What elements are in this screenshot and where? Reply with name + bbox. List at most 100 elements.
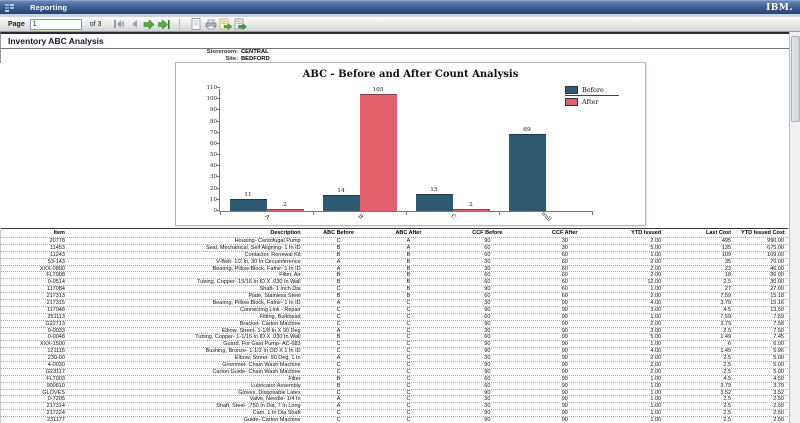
table-row: 0-0048Tubing, Copper- 1-1/16 In ID X .03…: [1, 333, 788, 340]
previous-page-button[interactable]: [127, 18, 140, 30]
table-cell: G23117: [1, 369, 69, 375]
print-button[interactable]: [204, 18, 217, 30]
reporting-window: Reporting IBM. Page of 3: [0, 0, 800, 423]
table-cell: A: [309, 403, 369, 409]
table-row: 230-00Elbow, Street- 90 Deg, 1 InAC30902…: [1, 354, 788, 361]
y-axis-tick-label: 110: [203, 85, 217, 91]
table-cell: C: [369, 334, 449, 340]
table-cell: Valve, Needle- 1/4 In: [69, 396, 309, 402]
table-cell: 6: [677, 341, 741, 347]
table-cell: 5.00: [741, 369, 788, 375]
table-cell: 60: [448, 383, 526, 389]
table-cell: 4.50: [741, 376, 788, 382]
table-cell: 27: [677, 286, 741, 292]
table-row: 217314Shaft, Steel- .750 In Dia, 7 In Lo…: [1, 402, 788, 409]
table-cell: 60: [526, 252, 603, 258]
table-cell: C: [369, 417, 449, 423]
table-cell: B: [309, 376, 369, 382]
table-cell: 30: [448, 328, 526, 334]
table-cell: B: [309, 245, 369, 251]
app-titlebar: Reporting IBM.: [0, 0, 800, 14]
table-cell: 90: [526, 369, 603, 375]
vertical-scrollbar[interactable]: [789, 32, 800, 423]
table-cell: 35: [677, 259, 741, 265]
table-cell: 30: [448, 300, 526, 306]
table-cell: 60: [448, 279, 526, 285]
table-cell: 2.50: [741, 396, 788, 402]
table-cell: 90: [526, 403, 603, 409]
bar-group-null: 69null: [499, 89, 592, 211]
table-cell: B: [309, 272, 369, 278]
bar-pair: 14105: [323, 94, 397, 211]
chart-title: ABC - Before and After Count Analysis: [176, 69, 645, 80]
table-cell: Guide- Carton Machine: [69, 417, 309, 423]
column-header: Item: [1, 229, 69, 237]
column-header: CCF After: [526, 229, 603, 237]
bar-value-label: 15: [416, 187, 453, 193]
page-of-label: of 3: [90, 21, 102, 28]
scrollbar-thumb[interactable]: [791, 36, 800, 122]
after-bar-C: 2: [453, 209, 490, 211]
table-cell: 3.52: [677, 390, 741, 396]
export-save-button[interactable]: [219, 18, 232, 30]
table-cell: A: [309, 328, 369, 334]
x-axis-tick: [406, 212, 407, 215]
table-cell: 230-00: [1, 355, 69, 361]
table-cell: 90: [448, 390, 526, 396]
bar-value-label: 69: [509, 127, 546, 133]
table-cell: 46.00: [741, 266, 788, 272]
table-cell: 90: [526, 328, 603, 334]
column-header: YTD Issued: [603, 229, 677, 237]
table-cell: C: [309, 314, 369, 320]
table-cell: 60: [526, 272, 603, 278]
last-page-button[interactable]: [157, 18, 170, 30]
table-cell: 2.00: [603, 266, 677, 272]
table-cell: C: [369, 355, 449, 361]
table-cell: C: [369, 341, 449, 347]
table-cell: 60: [448, 293, 526, 299]
table-cell: 4-0030: [1, 362, 69, 368]
table-cell: 90: [526, 307, 603, 313]
table-cell: 60: [526, 293, 603, 299]
table-cell: 4.5: [677, 307, 741, 313]
table-cell: 2.00: [603, 272, 677, 278]
bar-value-label: 2: [267, 202, 304, 208]
export-run-button[interactable]: [234, 18, 247, 30]
report-header: Inventory ABC Analysis Storeroom: CENTRA…: [0, 32, 790, 63]
table-cell: A: [369, 245, 449, 251]
table-cell: 117048: [1, 307, 69, 313]
table-cell: 5.00: [603, 334, 677, 340]
table-cell: B: [369, 279, 449, 285]
y-axis-tick-label: 50: [203, 152, 217, 158]
table-row: 11243Contactor, Renewal KitBB60601.00109…: [1, 251, 788, 258]
next-page-button[interactable]: [142, 18, 155, 30]
table-cell: 30: [448, 355, 526, 361]
export-save-icon: [219, 18, 232, 30]
storeroom-label: Storeroom:: [1, 49, 238, 56]
table-cell: 1.00: [603, 286, 677, 292]
table-row: 231177Guide- Carton MachineCC90901.002.5…: [1, 416, 788, 423]
table-row: 117084Shaft- 1 Inch DiaCB90601.002727.00: [1, 285, 788, 292]
x-axis-category-label: B: [356, 213, 363, 220]
table-cell: 217314: [1, 403, 69, 409]
next-page-icon: [143, 19, 155, 30]
table-cell: B: [369, 266, 449, 272]
table-cell: 5.00: [603, 245, 677, 251]
table-cell: 217224: [1, 410, 69, 416]
table-cell: 90: [526, 417, 603, 423]
table-row: 0-0033Elbow, Street- 1-1/8 In X 90 DegAC…: [1, 327, 788, 334]
table-cell: Bushing, Bronze- 1-1/2 In OD X 1 In ID: [69, 348, 309, 354]
first-page-button[interactable]: [112, 18, 125, 30]
bar-value-label: 105: [360, 87, 397, 93]
y-axis-tick-label: 0: [203, 208, 217, 214]
table-row: G22713Bracket- Carton MachineCC90902.003…: [1, 320, 788, 327]
page-preview-button[interactable]: [189, 18, 202, 30]
table-cell: Bearing, Pillow Block, Fafnir- 1 In ID: [69, 300, 309, 306]
table-cell: C: [309, 348, 369, 354]
table-cell: 30: [526, 238, 603, 244]
page-input[interactable]: [30, 19, 82, 30]
table-cell: Filter, Air: [69, 272, 309, 278]
table-cell: 1.00: [603, 410, 677, 416]
x-axis-tick: [220, 212, 221, 215]
table-cell: 109.00: [741, 252, 788, 258]
